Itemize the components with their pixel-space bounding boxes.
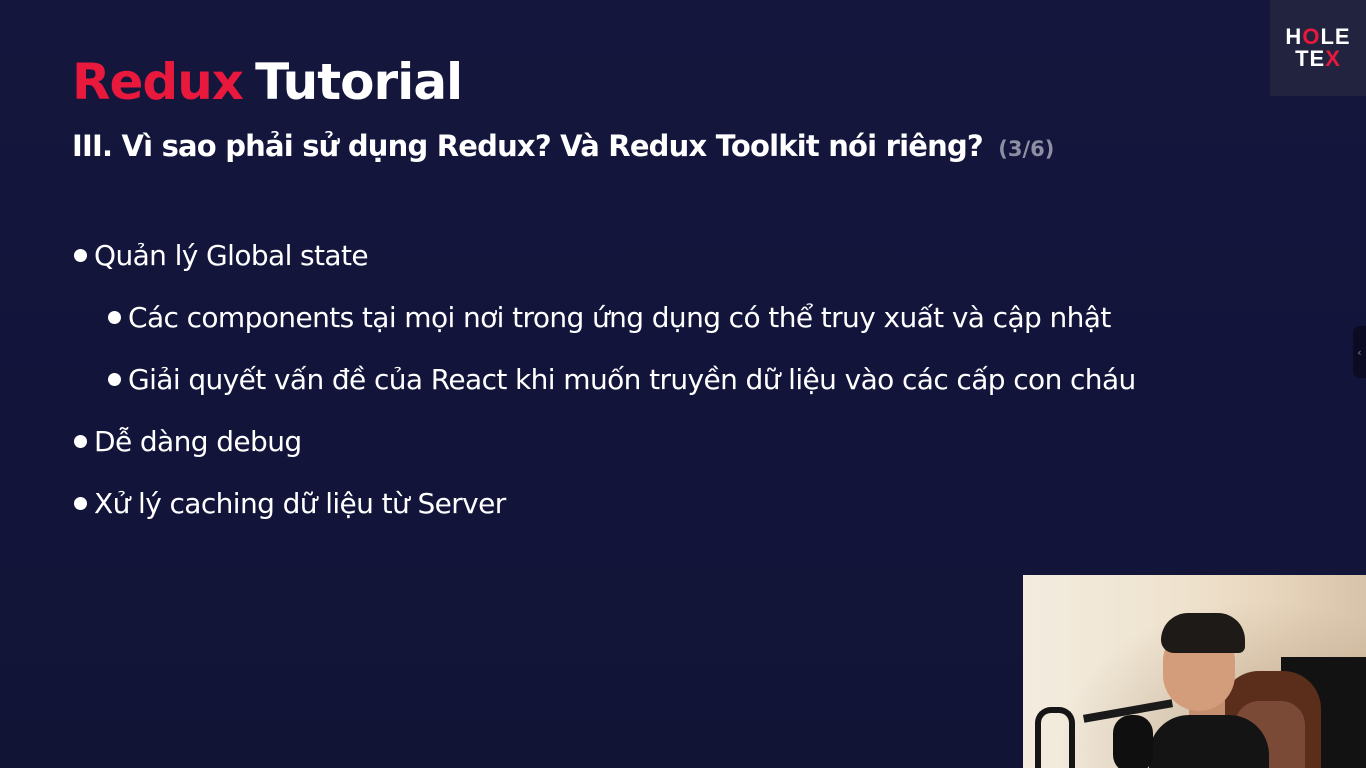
microphone-icon — [1113, 715, 1153, 768]
subtitle-text: III. Vì sao phải sử dụng Redux? Và Redux… — [72, 129, 984, 163]
slide-counter: (3/6) — [998, 137, 1055, 161]
bullet-dot-icon — [108, 373, 121, 386]
channel-logo: HOLE TEX — [1270, 0, 1366, 96]
bullet-text: Xử lý caching dữ liệu từ Server — [94, 487, 506, 520]
sub-bullet-item: Các components tại mọi nơi trong ứng dụn… — [108, 298, 1254, 338]
slide-title: Redux Tutorial — [72, 52, 463, 112]
logo-line-2: TEX — [1295, 46, 1341, 71]
bullet-item: Dễ dàng debug — [74, 422, 1254, 462]
presenter-hair — [1161, 613, 1245, 653]
sub-bullet-item: Giải quyết vấn đề của React khi muốn tru… — [108, 360, 1254, 400]
slide: Redux Tutorial III. Vì sao phải sử dụng R… — [0, 0, 1366, 768]
logo-line-1: HOLE — [1285, 24, 1351, 49]
slide-title-redux: Redux — [72, 53, 244, 111]
bullet-dot-icon — [108, 311, 121, 324]
chevron-left-icon: ‹ — [1357, 345, 1362, 359]
bullet-item: Xử lý caching dữ liệu từ Server — [74, 484, 1254, 524]
bullet-text: Dễ dàng debug — [94, 425, 302, 458]
bullet-dot-icon — [74, 435, 87, 448]
bullet-list: Quản lý Global state Các components tại … — [74, 236, 1254, 546]
bullet-text: Quản lý Global state — [94, 239, 369, 272]
side-panel-toggle[interactable]: ‹ — [1353, 326, 1366, 378]
slide-subtitle: III. Vì sao phải sử dụng Redux? Và Redux… — [72, 126, 1054, 169]
presenter-body — [1149, 715, 1269, 768]
bullet-text: Giải quyết vấn đề của React khi muốn tru… — [128, 363, 1136, 396]
bullet-dot-icon — [74, 249, 87, 262]
slide-title-tutorial: Tutorial — [255, 53, 463, 111]
bullet-item: Quản lý Global state — [74, 236, 1254, 276]
headphones-icon — [1035, 707, 1075, 768]
bullet-text: Các components tại mọi nơi trong ứng dụn… — [128, 301, 1111, 334]
bullet-dot-icon — [74, 497, 87, 510]
webcam-overlay — [1023, 575, 1366, 768]
